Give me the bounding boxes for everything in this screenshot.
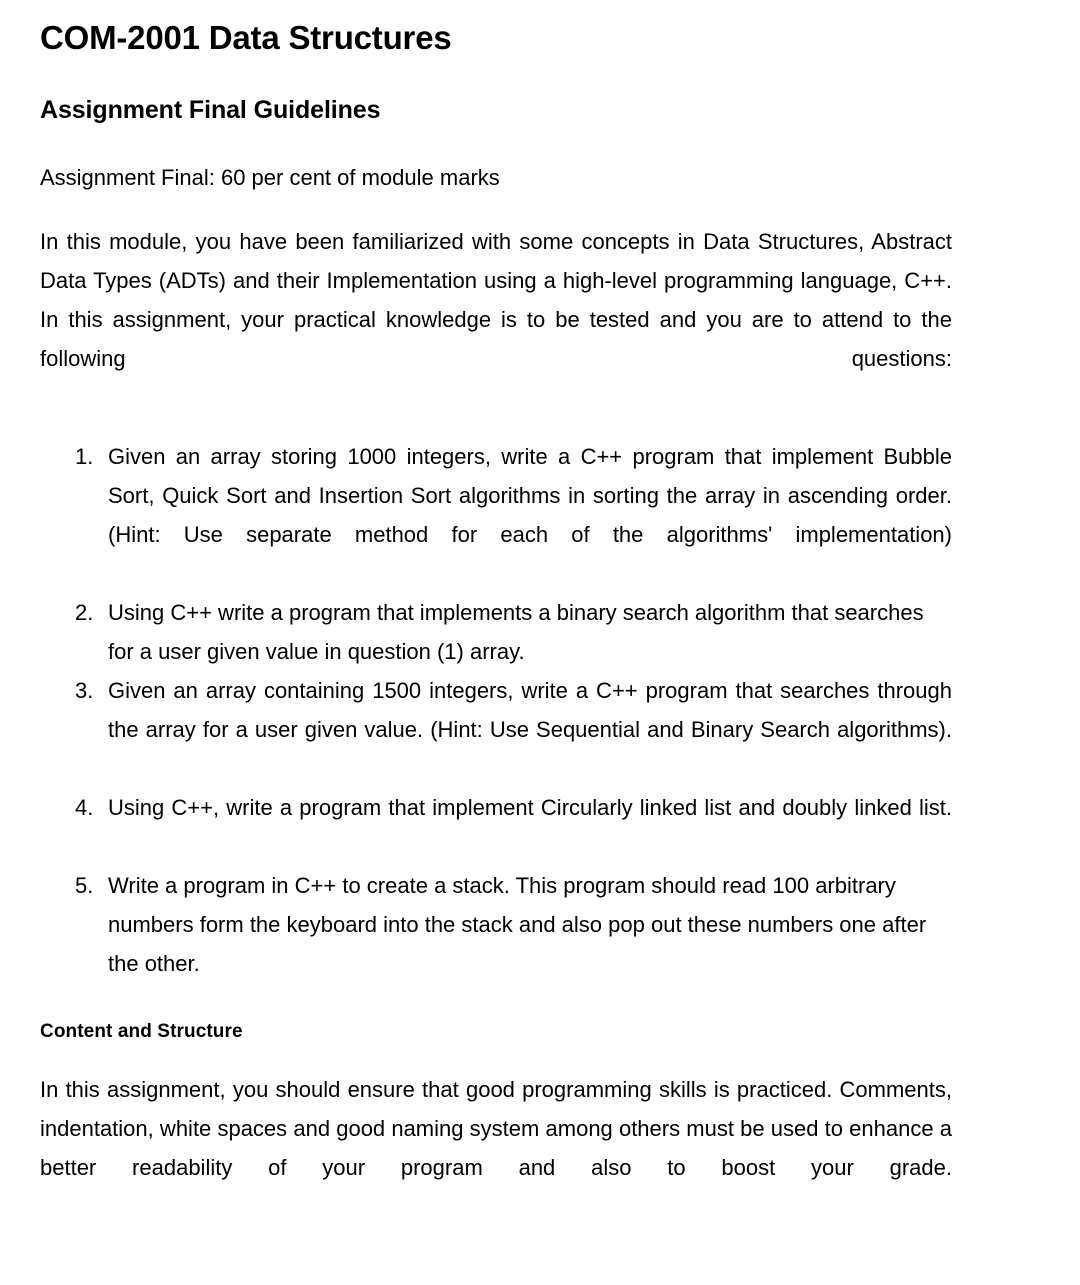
document-page: COM-2001 Data Structures Assignment Fina… — [0, 0, 1080, 1285]
question-item-5: Write a program in C++ to create a stack… — [40, 866, 952, 983]
question-text: Write a program in C++ to create a stack… — [108, 873, 927, 976]
question-text: Given an array containing 1500 integers,… — [108, 678, 952, 742]
question-item-1: Given an array storing 1000 integers, wr… — [40, 437, 952, 593]
document-body: COM-2001 Data Structures Assignment Fina… — [40, 0, 952, 1226]
question-item-3: Given an array containing 1500 integers,… — [40, 671, 952, 788]
question-item-4: Using C++, write a program that implemen… — [40, 788, 952, 866]
questions-list: Given an array storing 1000 integers, wr… — [40, 437, 952, 983]
sub-heading-content-and-structure: Content and Structure — [40, 1021, 243, 1042]
assignment-weighting-note: Assignment Final: 60 per cent of module … — [40, 165, 500, 190]
page-title: COM-2001 Data Structures — [40, 19, 452, 56]
question-item-2: Using C++ write a program that implement… — [40, 593, 952, 671]
intro-paragraph: In this module, you have been familiariz… — [40, 229, 952, 371]
section-heading-assignment-final-guidelines: Assignment Final Guidelines — [40, 96, 381, 124]
question-text: Given an array storing 1000 integers, wr… — [108, 444, 952, 547]
question-text: Using C++, write a program that implemen… — [108, 795, 952, 820]
question-text: Using C++ write a program that implement… — [108, 600, 924, 664]
content-structure-paragraph: In this assignment, you should ensure th… — [40, 1077, 952, 1180]
